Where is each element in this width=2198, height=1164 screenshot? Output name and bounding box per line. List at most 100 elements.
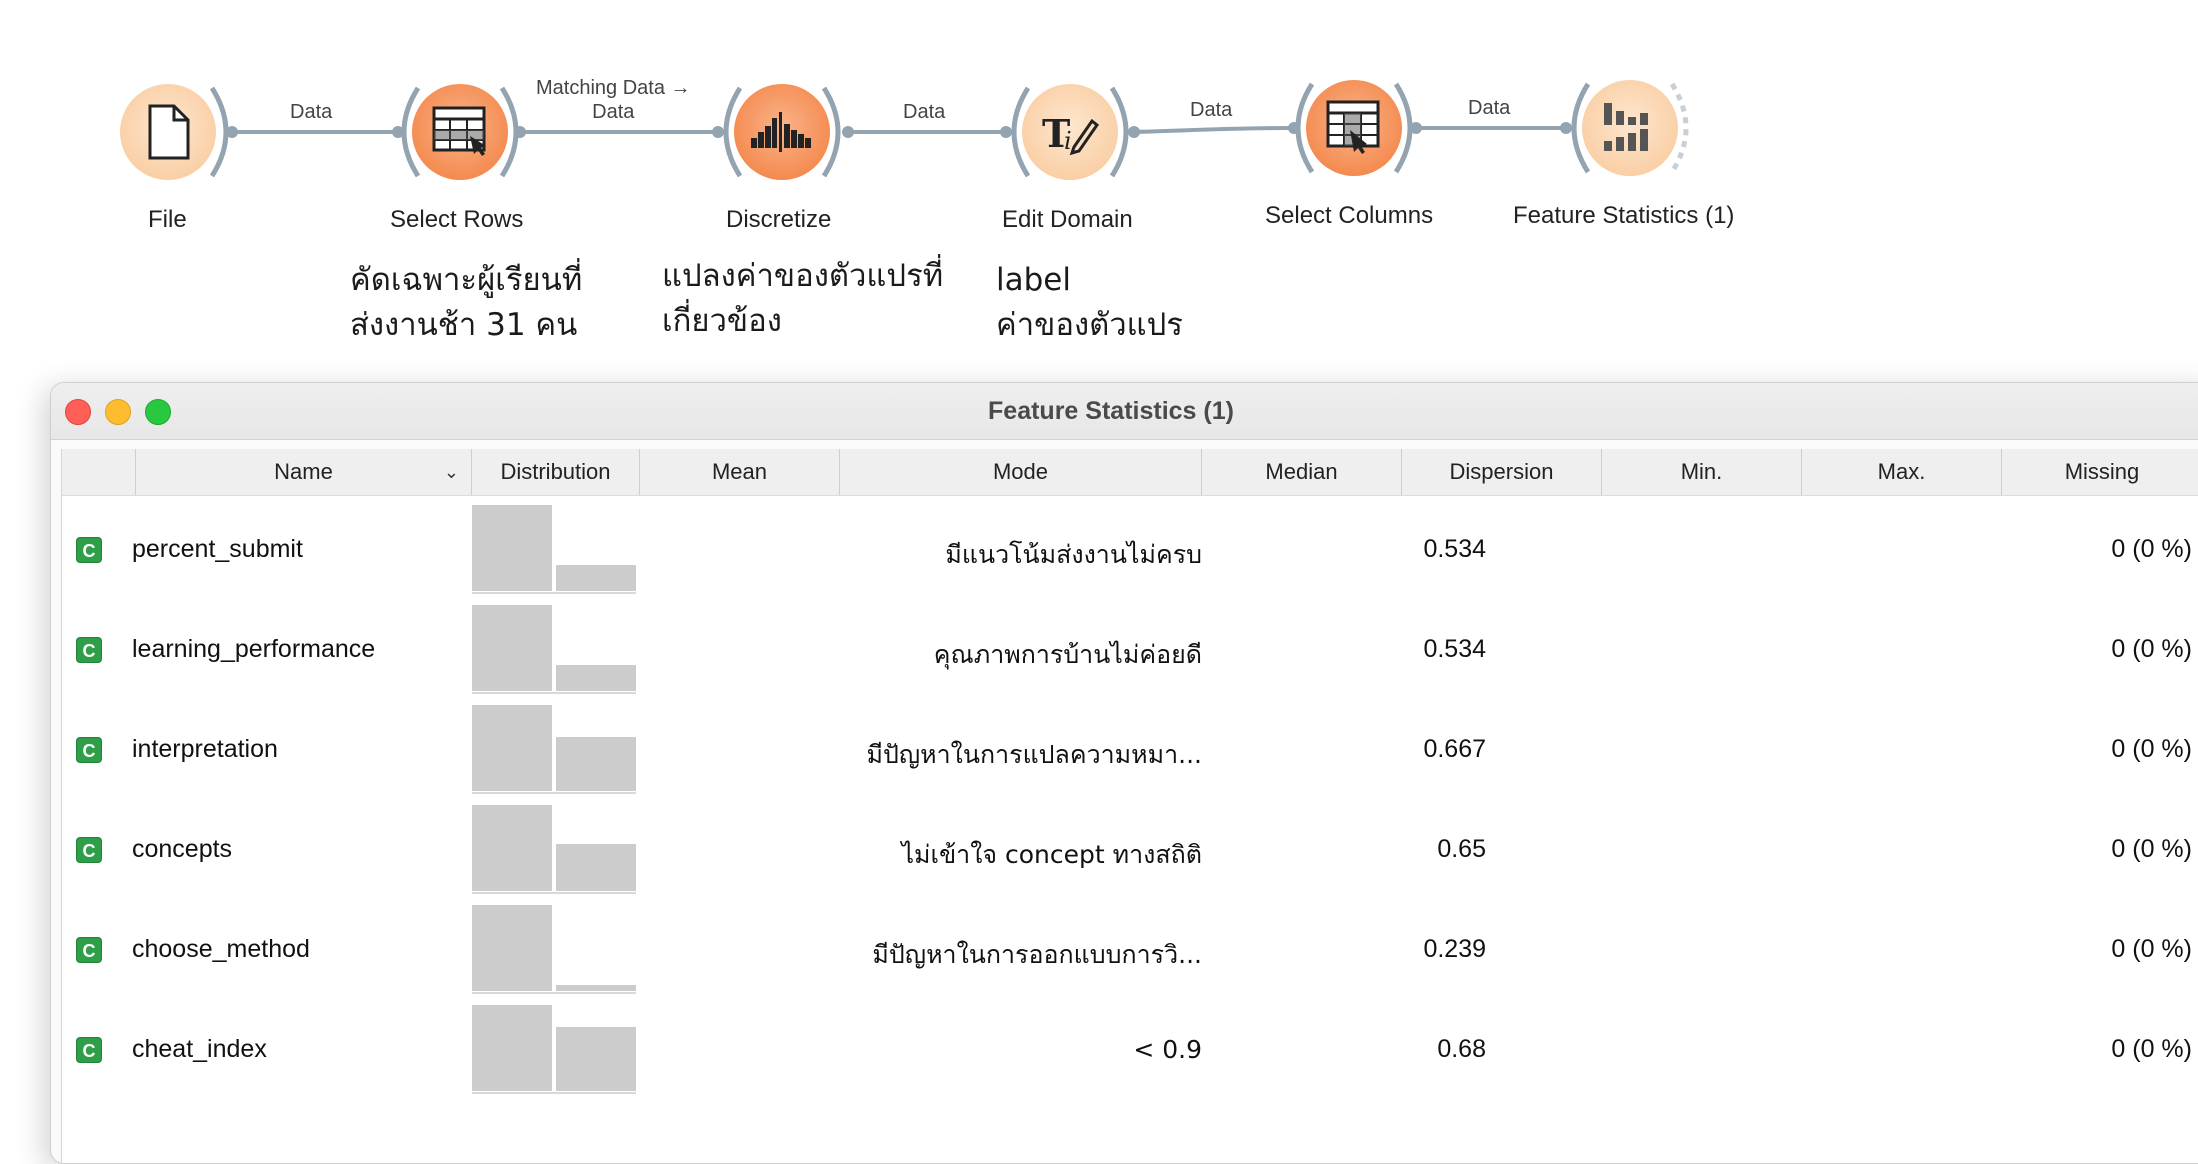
window-title: Feature Statistics (1) (988, 397, 1234, 425)
annotation-select-rows[interactable]: คัดเฉพาะผู้เรียนที่ ส่งงานช้า 31 คน (350, 258, 582, 348)
variable-name: learning_performance (132, 635, 376, 663)
distribution-histogram (472, 705, 638, 795)
header-median[interactable]: Median (1202, 449, 1402, 495)
node-feature-statistics[interactable] (1550, 46, 1710, 186)
missing-value: 0 (0 %) (2111, 835, 2192, 863)
link-label-file-selectrows: Data (290, 101, 333, 123)
discretize-icon (751, 112, 811, 152)
distribution-histogram (472, 505, 638, 595)
dispersion-value: 0.68 (1437, 1035, 1486, 1063)
distribution-histogram (472, 905, 638, 995)
header-name[interactable]: Name ⌄ (136, 449, 472, 495)
mode-value: มีปัญหาในการแปลความหมา... (866, 740, 1203, 769)
variable-type-badge: C (76, 937, 102, 963)
workflow-canvas[interactable]: Data Matching Data → Data Data Data Data… (0, 0, 2198, 380)
mode-value: ไม่เข้าใจ concept ทางสถิติ (901, 840, 1202, 869)
table-row[interactable]: Cinterpretation มีปัญหาในการแปลความหมา...… (62, 699, 2198, 799)
distribution-histogram (472, 1005, 638, 1095)
histogram-bar (556, 737, 636, 791)
header-name-label: Name (274, 459, 333, 484)
annotation-line1: แปลงค่าของตัวแปรที่ (662, 258, 944, 294)
table-row[interactable]: Cconcepts ไม่เข้าใจ concept ทางสถิติ 0.65 0… (62, 799, 2198, 899)
dispersion-value: 0.65 (1437, 835, 1486, 863)
distribution-histogram (472, 805, 638, 895)
variable-name: cheat_index (132, 1035, 267, 1063)
node-discretize[interactable] (702, 50, 862, 190)
mode-value: < 0.9 (1133, 1035, 1202, 1064)
node-feature-statistics-circle (1582, 80, 1678, 176)
missing-value: 0 (0 %) (2111, 935, 2192, 963)
header-distribution[interactable]: Distribution (472, 449, 640, 495)
annotation-line1: label (996, 262, 1071, 298)
node-select-rows-label: Select Rows (390, 206, 524, 233)
node-discretize-label: Discretize (726, 206, 832, 233)
annotation-discretize[interactable]: แปลงค่าของตัวแปรที่ เกี่ยวข้อง (662, 254, 943, 344)
node-feature-statistics-label: Feature Statistics (1) (1513, 202, 1735, 229)
variable-type-badge: C (76, 537, 102, 563)
histogram-bar (472, 805, 552, 891)
node-select-rows-circle (412, 84, 508, 180)
node-edit-domain[interactable]: T i (990, 50, 1150, 190)
table-row[interactable]: Ccheat_index < 0.9 0.68 0 (0 %) (62, 999, 2198, 1099)
feature-statistics-window[interactable]: Feature Statistics (1) Name ⌄ Distributi… (50, 382, 2198, 1164)
variable-name: concepts (132, 835, 233, 863)
distribution-histogram (472, 605, 638, 695)
svg-text:i: i (1064, 127, 1072, 155)
statistics-table[interactable]: Name ⌄ Distribution Mean Mode Median Dis… (61, 449, 2198, 1163)
node-file-label: File (148, 206, 187, 233)
variable-name: percent_submit (132, 535, 303, 563)
histogram-bar (556, 985, 636, 991)
node-select-rows[interactable] (380, 50, 540, 190)
header-type[interactable] (62, 449, 136, 495)
node-edit-domain-circle: T i (1022, 84, 1118, 180)
annotation-edit-domain[interactable]: label ค่าของตัวแปร (996, 258, 1183, 348)
chevron-down-icon[interactable]: ⌄ (444, 449, 459, 495)
edit-domain-icon: T i (1042, 111, 1100, 156)
missing-value: 0 (0 %) (2111, 635, 2192, 663)
header-max[interactable]: Max. (1802, 449, 2002, 495)
annotation-line1: คัดเฉพาะผู้เรียนที่ (350, 262, 583, 298)
annotation-line2: ค่าของตัวแปร (996, 307, 1183, 343)
link-label-selectrows-discretize: Matching Data → Data (536, 76, 691, 124)
missing-value: 0 (0 %) (2111, 535, 2192, 563)
table-row[interactable]: Cpercent_submit มีแนวโน้มส่งงานไม่ครบ 0.53… (62, 499, 2198, 599)
missing-value: 0 (0 %) (2111, 735, 2192, 763)
link-label-line2: Data (592, 101, 635, 123)
file-icon (148, 104, 190, 160)
dispersion-value: 0.534 (1423, 535, 1486, 563)
node-select-columns-label: Select Columns (1265, 202, 1434, 229)
header-min[interactable]: Min. (1602, 449, 1802, 495)
dispersion-value: 0.239 (1423, 935, 1486, 963)
table-row[interactable]: Clearning_performance คุณภาพการบ้านไม่ค่อ… (62, 599, 2198, 699)
variable-name: choose_method (132, 935, 310, 963)
annotation-line2: เกี่ยวข้อง (662, 303, 782, 339)
header-dispersion[interactable]: Dispersion (1402, 449, 1602, 495)
select-columns-icon (1326, 100, 1380, 154)
header-mode[interactable]: Mode (840, 449, 1202, 495)
histogram-bar (556, 844, 636, 891)
node-edit-domain-label: Edit Domain (1002, 206, 1133, 233)
histogram-bar (472, 905, 552, 991)
dispersion-value: 0.667 (1423, 735, 1486, 763)
node-select-columns-circle (1306, 80, 1402, 176)
node-file[interactable] (90, 50, 250, 190)
node-select-columns[interactable] (1274, 46, 1434, 186)
missing-value: 0 (0 %) (2111, 1035, 2192, 1063)
node-file-circle (120, 84, 216, 180)
histogram-bar (556, 1027, 636, 1091)
link-label-line1: Matching Data → (536, 77, 691, 99)
header-mean[interactable]: Mean (640, 449, 840, 495)
variable-type-badge: C (76, 637, 102, 663)
window-titlebar[interactable]: Feature Statistics (1) (51, 383, 2198, 440)
header-missing[interactable]: Missing (2002, 449, 2198, 495)
histogram-bar (472, 705, 552, 791)
node-discretize-circle (734, 84, 830, 180)
feature-statistics-icon (1604, 103, 1648, 151)
variable-type-badge: C (76, 1037, 102, 1063)
histogram-bar (472, 1005, 552, 1091)
table-header: Name ⌄ Distribution Mean Mode Median Dis… (62, 449, 2198, 496)
mode-value: คุณภาพการบ้านไม่ค่อยดี (933, 640, 1202, 669)
annotation-line2: ส่งงานช้า 31 คน (350, 307, 578, 343)
table-row[interactable]: Cchoose_method มีปัญหาในการออกแบบการวิ...… (62, 899, 2198, 999)
histogram-bar (472, 605, 552, 691)
